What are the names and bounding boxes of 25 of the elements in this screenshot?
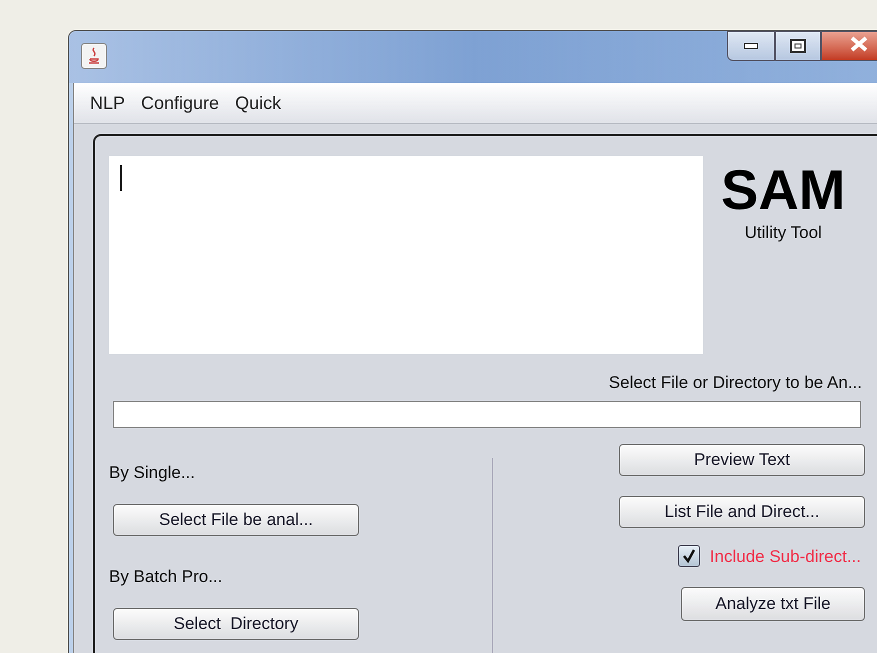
text-cursor (120, 165, 122, 191)
action-button[interactable]: Analyze txt File (681, 587, 865, 621)
maximize-icon (790, 39, 806, 53)
select-button[interactable]: Select Directory (113, 608, 359, 640)
logo-subtitle: Utility Tool (744, 222, 822, 244)
action-button[interactable]: List File and Direct... (619, 496, 865, 528)
maximize-button[interactable] (775, 31, 821, 61)
path-field[interactable] (113, 400, 861, 428)
check-icon (680, 548, 697, 564)
close-icon (850, 36, 868, 52)
menu-item[interactable]: NLP (90, 90, 126, 116)
menu-item[interactable]: Configure (141, 90, 220, 116)
path-label: Select File or Directory to be An... (608, 372, 862, 394)
close-button[interactable] (821, 31, 877, 61)
java-icon (81, 43, 107, 69)
checkbox[interactable] (678, 545, 700, 568)
select-button[interactable]: Select File be anal... (113, 504, 359, 536)
menu-item[interactable]: Quick (235, 90, 282, 116)
checkbox-label: Include Sub-direct... (710, 546, 861, 568)
section-label: By Single... (109, 462, 196, 484)
minimize-icon (744, 43, 758, 49)
minimize-button[interactable] (727, 31, 775, 61)
logo-title: SAM (721, 160, 846, 220)
action-button[interactable]: Preview Text (619, 444, 865, 476)
section-label: By Batch Pro... (109, 566, 224, 588)
